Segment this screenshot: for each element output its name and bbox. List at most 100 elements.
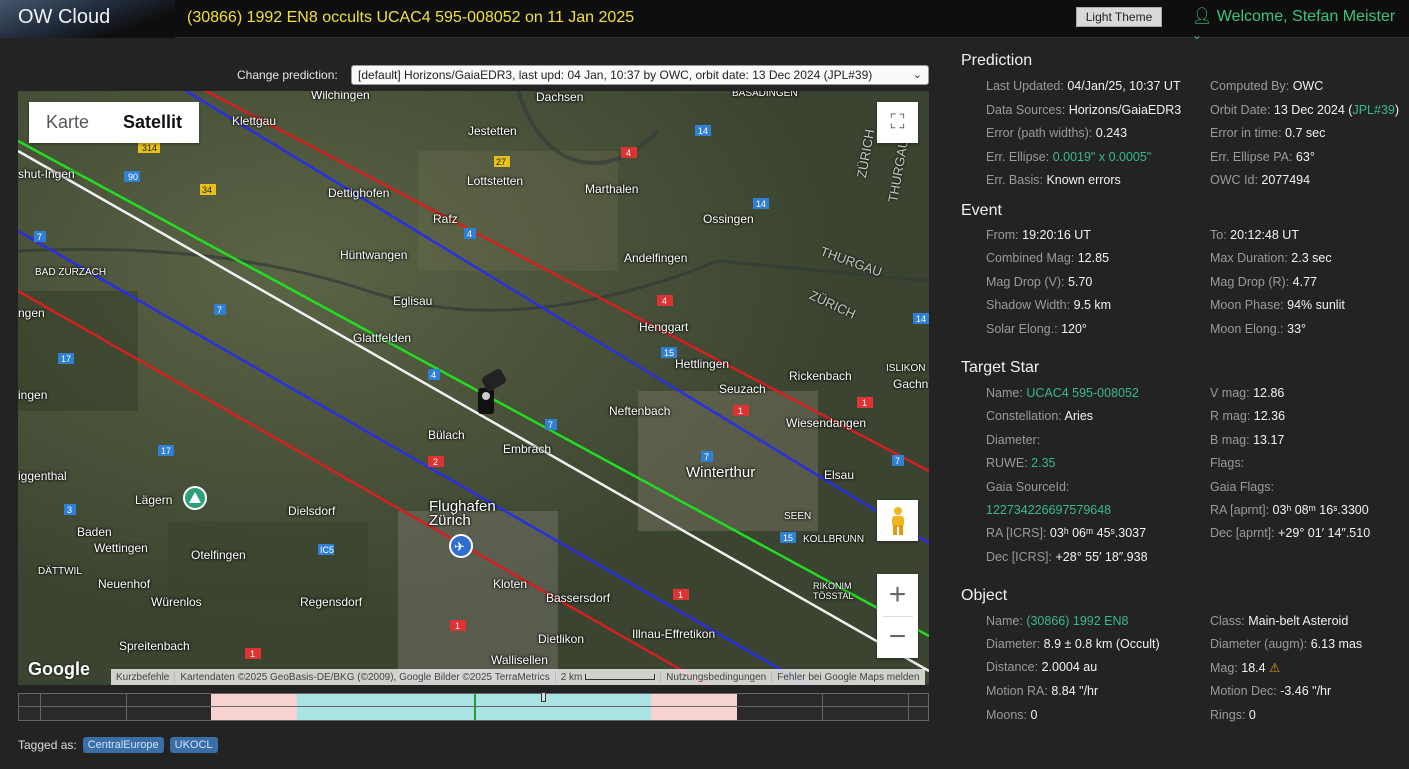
map-attribution: Kurzbefehle Kartendaten ©2025 GeoBasis-D… — [111, 669, 925, 685]
fullscreen-icon: ⛶ — [890, 111, 905, 133]
warning-icon[interactable]: ⚠ — [1269, 661, 1280, 675]
star-flags: Flags: — [1210, 456, 1245, 470]
place-label: Neftenbach — [609, 404, 671, 418]
timeline-error-zone — [211, 694, 297, 720]
page-title: (30866) 1992 EN8 occults UCAC4 595-00805… — [187, 9, 635, 26]
jpl-link[interactable]: JPL#39 — [1352, 103, 1394, 117]
timeline-handle[interactable] — [541, 692, 546, 702]
report-error-link[interactable]: Fehler bei Google Maps melden — [772, 672, 924, 683]
object-name-link[interactable]: (30866) 1992 EN8 — [1026, 614, 1128, 628]
place-label: Regensdorf — [300, 595, 363, 609]
diameter-augm: Diameter (augm): 6.13 mas — [1210, 637, 1363, 651]
object-diameter: Diameter: 8.9 ± 0.8 km (Occult) — [986, 637, 1160, 651]
logo-text: OW Cloud — [18, 6, 111, 28]
place-label: Otelfingen — [191, 548, 246, 562]
svg-text:14: 14 — [916, 314, 926, 324]
svg-text:3: 3 — [67, 505, 72, 515]
error-ellipse-link[interactable]: 0.0019" x 0.0005" — [1053, 150, 1152, 164]
path-timeline[interactable] — [18, 692, 929, 721]
place-label: Dachsen — [536, 91, 584, 104]
chevron-down-icon: ⌄ — [912, 69, 922, 81]
tag-ukocl[interactable]: UKOCL — [169, 737, 218, 753]
orbit-date: Orbit Date: 13 Dec 2024 (JPL#39) — [1210, 103, 1400, 117]
light-theme-button[interactable]: Light Theme — [1076, 7, 1162, 27]
object-name: Name: (30866) 1992 EN8 — [986, 614, 1129, 628]
place-label: KOLLBRUNN — [803, 534, 865, 545]
svg-text:✈: ✈ — [454, 540, 465, 555]
scale-bar[interactable]: 2 km — [556, 671, 662, 683]
map-view[interactable]: 314 34 27 90 14 14 14 7 4 7 17 15 4 7 17… — [18, 91, 929, 685]
svg-text:7: 7 — [548, 420, 553, 430]
top-bar: OW Cloud (30866) 1992 EN8 occults UCAC4 … — [0, 0, 1409, 42]
star-name: Name: UCAC4 595-008052 — [986, 386, 1139, 400]
error-basis: Err. Basis: Known errors — [986, 173, 1121, 187]
place-label: Embrach — [503, 442, 552, 456]
ra-aprnt: RA [aprnt]: 03ʰ 08ᵐ 16ˢ.3300 — [1210, 503, 1369, 517]
svg-text:1: 1 — [738, 406, 743, 416]
change-prediction-label: Change prediction: — [237, 68, 338, 82]
svg-text:4: 4 — [662, 296, 667, 306]
svg-text:7: 7 — [704, 452, 709, 462]
place-label: Glattfelden — [353, 331, 412, 345]
svg-text:14: 14 — [698, 126, 708, 136]
place-label: Kloten — [493, 577, 528, 591]
gaia-sourceid: 12273422669757964​8 — [986, 503, 1111, 517]
fullscreen-button[interactable]: ⛶ — [877, 102, 918, 143]
user-icon: 👤︎ — [1192, 8, 1213, 25]
svg-text:2: 2 — [433, 457, 438, 467]
map-type-satellite-button[interactable]: Satellit — [106, 102, 199, 143]
place-label: Illnau-Effretikon — [632, 627, 716, 641]
place-label: shut-Ingen — [18, 167, 75, 181]
street-view-pegman-button[interactable] — [877, 500, 918, 541]
gaia-sourceid-link[interactable]: 12273422669757964​8 — [986, 503, 1111, 517]
place-label: Hüntwangen — [340, 248, 408, 262]
svg-text:7: 7 — [37, 232, 42, 242]
google-logo: Google — [28, 659, 90, 679]
max-duration: Max Duration: 2.3 sec — [1210, 251, 1332, 265]
event-section-title: Event — [961, 202, 1002, 219]
svg-text:27: 27 — [496, 157, 506, 167]
place-label: SEEN — [784, 511, 812, 522]
error-in-time: Error in time: 0.7 sec — [1210, 126, 1326, 140]
app-logo[interactable]: OW Cloud — [0, 0, 175, 38]
svg-text:17: 17 — [161, 446, 171, 456]
ra-icrs: RA [ICRS]: 03ʰ 06ᵐ 45ˢ.3037 — [986, 526, 1147, 540]
place-label: iggenthal — [18, 469, 67, 483]
error-path-widths: Error (path widths): 0.243 — [986, 126, 1128, 140]
zoom-out-button[interactable]: − — [877, 617, 918, 659]
place-label: Wettingen — [94, 541, 148, 555]
place-label: Klettgau — [232, 114, 277, 128]
place-label: ISLIKON — [886, 363, 926, 374]
error-ellipse-pa: Err. Ellipse PA: 63° — [1210, 150, 1315, 164]
place-label: ingen — [18, 388, 48, 402]
place-label: Baden — [77, 525, 112, 539]
tag-centraleurope[interactable]: CentralEurope — [82, 737, 164, 753]
place-label: Rickenbach — [789, 369, 852, 383]
ruwe-link[interactable]: 2.35 — [1031, 456, 1055, 470]
svg-text:4: 4 — [626, 148, 631, 158]
mag-drop-r: Mag Drop (R): 4.77 — [1210, 275, 1318, 289]
place-label: Ossingen — [703, 212, 754, 226]
keyboard-shortcuts-link[interactable]: Kurzbefehle — [111, 671, 176, 683]
motion-ra: Motion RA: 8.84 "/hr — [986, 684, 1099, 698]
place-label: Flughafen Zürich — [429, 498, 496, 529]
prediction-select[interactable]: [default] Horizons/GaiaEDR3, last upd: 0… — [351, 65, 929, 85]
terms-link[interactable]: Nutzungsbedingungen — [661, 671, 773, 683]
star-name-link[interactable]: UCAC4 595-008052 — [1026, 386, 1139, 400]
user-menu[interactable]: 👤︎ Welcome, Stefan Meister ⌄ — [1192, 6, 1409, 44]
place-label: Dettighofen — [328, 186, 390, 200]
svg-text:34: 34 — [202, 185, 212, 195]
svg-text:7: 7 — [217, 305, 222, 315]
zoom-in-button[interactable]: + — [877, 574, 918, 616]
svg-text:14: 14 — [756, 199, 766, 209]
map-type-karte-button[interactable]: Karte — [29, 102, 106, 143]
welcome-text: Welcome, Stefan Meister — [1216, 8, 1396, 25]
place-label: Elsau — [824, 468, 855, 482]
place-label: Lottstetten — [467, 174, 524, 188]
svg-text:1: 1 — [250, 649, 255, 659]
target-star-section-title: Target Star — [961, 359, 1040, 376]
solar-elongation: Solar Elong.: 120° — [986, 322, 1087, 336]
owc-id: OWC Id: 2077494 — [1210, 173, 1311, 187]
moons: Moons: 0 — [986, 708, 1038, 722]
error-ellipse: Err. Ellipse: 0.0019" x 0.0005" — [986, 150, 1152, 164]
